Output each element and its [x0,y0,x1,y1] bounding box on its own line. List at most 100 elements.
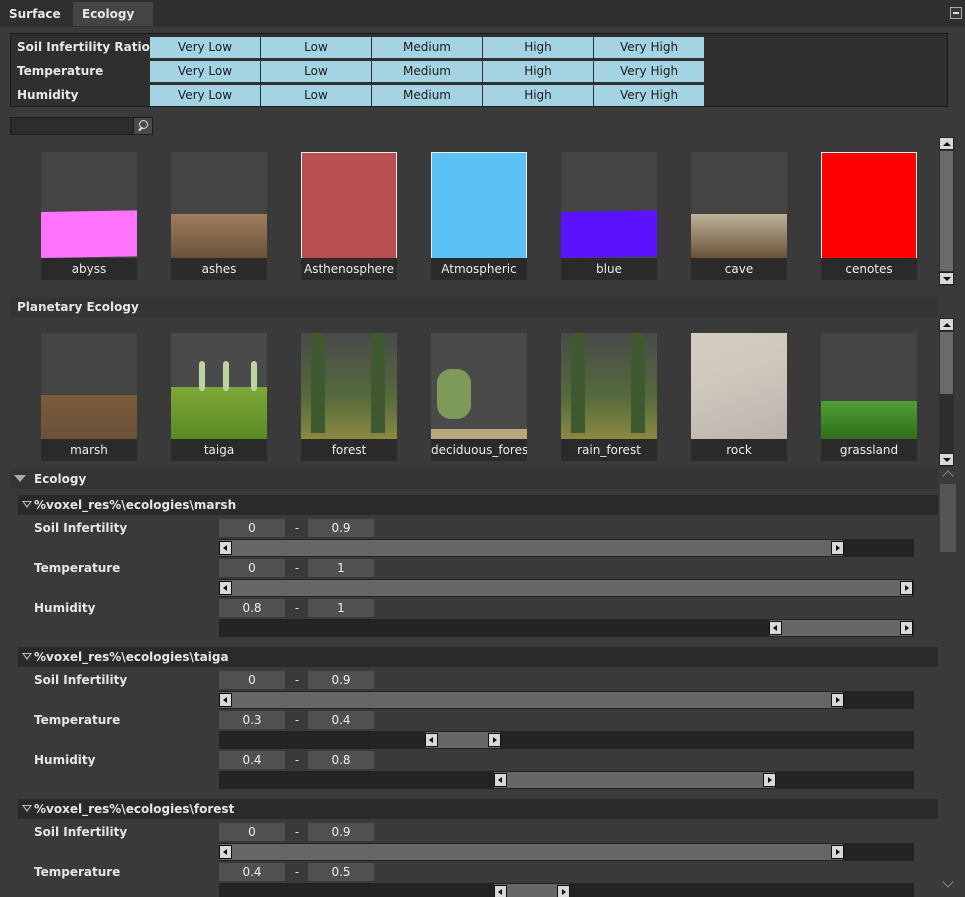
scroll-up-icon[interactable] [939,318,954,331]
range-selected[interactable] [769,620,912,636]
pin-icon[interactable] [950,7,962,19]
ratio-option-button[interactable]: Very High [594,37,704,58]
range-slider[interactable] [219,843,914,861]
scroll-thumb[interactable] [940,332,953,394]
range-min-field[interactable]: 0 [219,671,285,689]
ratio-option-button[interactable]: Medium [372,85,482,106]
range-max-field[interactable]: 0.9 [308,823,374,841]
material-thumbnail[interactable]: grassland [821,333,917,461]
collapse-triangle-icon[interactable] [22,653,32,661]
range-selected[interactable] [219,580,912,596]
range-min-handle-icon[interactable] [219,693,232,707]
range-min-field[interactable]: 0.8 [219,599,285,617]
range-min-handle-icon[interactable] [769,621,782,635]
scroll-down-icon[interactable] [939,272,954,285]
surface-grid-scrollbar[interactable] [939,137,954,286]
collapse-triangle-icon[interactable] [22,501,32,509]
ratio-option-button[interactable]: Very Low [150,61,260,82]
material-thumbnail[interactable]: abyss [41,152,137,280]
collapse-triangle-icon[interactable] [22,805,32,813]
ecology-group-header[interactable]: %voxel_res%\ecologies\taiga [18,647,938,667]
range-max-handle-icon[interactable] [763,773,776,787]
range-slider[interactable] [219,539,914,557]
range-max-handle-icon[interactable] [831,693,844,707]
range-max-field[interactable]: 0.9 [308,671,374,689]
material-thumbnail[interactable]: forest [301,333,397,461]
ratio-option-button[interactable]: High [483,85,593,106]
range-max-handle-icon[interactable] [831,845,844,859]
range-slider[interactable] [219,579,914,597]
range-min-handle-icon[interactable] [494,885,507,897]
material-thumbnail[interactable]: rock [691,333,787,461]
ratio-option-button[interactable]: Low [261,85,371,106]
range-selected[interactable] [219,692,843,708]
range-max-field[interactable]: 0.4 [308,711,374,729]
material-thumbnail[interactable]: taiga [171,333,267,461]
range-min-handle-icon[interactable] [219,541,232,555]
ratio-option-button[interactable]: Very High [594,85,704,106]
range-min-handle-icon[interactable] [219,845,232,859]
range-slider[interactable] [219,771,914,789]
range-slider[interactable] [219,691,914,709]
ratio-option-button[interactable]: Medium [372,37,482,58]
scroll-thumb[interactable] [940,151,953,271]
search-input[interactable] [10,117,153,135]
ratio-option-button[interactable]: Low [261,37,371,58]
scroll-up-icon[interactable] [942,470,954,482]
range-min-field[interactable]: 0.4 [219,751,285,769]
scroll-thumb[interactable] [940,484,956,552]
range-min-field[interactable]: 0 [219,519,285,537]
range-min-handle-icon[interactable] [219,581,232,595]
scroll-down-icon[interactable] [939,453,954,466]
ratio-option-button[interactable]: Very Low [150,85,260,106]
search-icon[interactable] [133,118,152,134]
range-max-field[interactable]: 1 [308,599,374,617]
material-thumbnail[interactable]: rain_forest [561,333,657,461]
material-thumbnail[interactable]: blue [561,152,657,280]
material-thumbnail[interactable]: cave [691,152,787,280]
range-max-handle-icon[interactable] [900,581,913,595]
range-min-field[interactable]: 0.4 [219,863,285,881]
ratio-option-button[interactable]: High [483,61,593,82]
range-max-field[interactable]: 0.8 [308,751,374,769]
material-thumbnail[interactable]: Asthenosphere [301,152,397,280]
range-min-field[interactable]: 0.3 [219,711,285,729]
range-slider[interactable] [219,883,914,897]
range-selected[interactable] [219,844,843,860]
ratio-option-button[interactable]: Very High [594,61,704,82]
scroll-up-icon[interactable] [939,137,954,150]
range-max-field[interactable]: 0.5 [308,863,374,881]
range-selected[interactable] [219,540,843,556]
ratio-option-button[interactable]: Very Low [150,37,260,58]
range-max-field[interactable]: 1 [308,559,374,577]
ratio-option-button[interactable]: Medium [372,61,482,82]
ecology-section-header[interactable]: Ecology [10,469,938,489]
range-max-handle-icon[interactable] [488,733,501,747]
ecology-group-header[interactable]: %voxel_res%\ecologies\forest [18,799,938,819]
ratio-option-button[interactable]: High [483,37,593,58]
properties-scrollbar[interactable] [940,470,956,892]
range-selected[interactable] [494,772,775,788]
tab-surface[interactable]: Surface [0,2,71,26]
material-thumbnail[interactable]: cenotes [821,152,917,280]
material-thumbnail[interactable]: deciduous_forest [431,333,527,461]
range-min-handle-icon[interactable] [494,773,507,787]
material-thumbnail[interactable]: ashes [171,152,267,280]
range-slider[interactable] [219,619,914,637]
material-thumbnail[interactable]: marsh [41,333,137,461]
range-min-field[interactable]: 0 [219,823,285,841]
range-slider[interactable] [219,731,914,749]
range-max-handle-icon[interactable] [831,541,844,555]
ratio-option-button[interactable]: Low [261,61,371,82]
range-max-handle-icon[interactable] [557,885,570,897]
tab-ecology[interactable]: Ecology [73,2,153,26]
material-thumbnail[interactable]: Atmospheric [431,152,527,280]
range-max-handle-icon[interactable] [900,621,913,635]
collapse-triangle-icon[interactable] [14,475,26,482]
ecology-group-header[interactable]: %voxel_res%\ecologies\marsh [18,495,938,515]
ecology-grid-scrollbar[interactable] [939,318,954,467]
range-max-field[interactable]: 0.9 [308,519,374,537]
scroll-down-icon[interactable] [942,876,954,888]
range-min-handle-icon[interactable] [425,733,438,747]
range-min-field[interactable]: 0 [219,559,285,577]
